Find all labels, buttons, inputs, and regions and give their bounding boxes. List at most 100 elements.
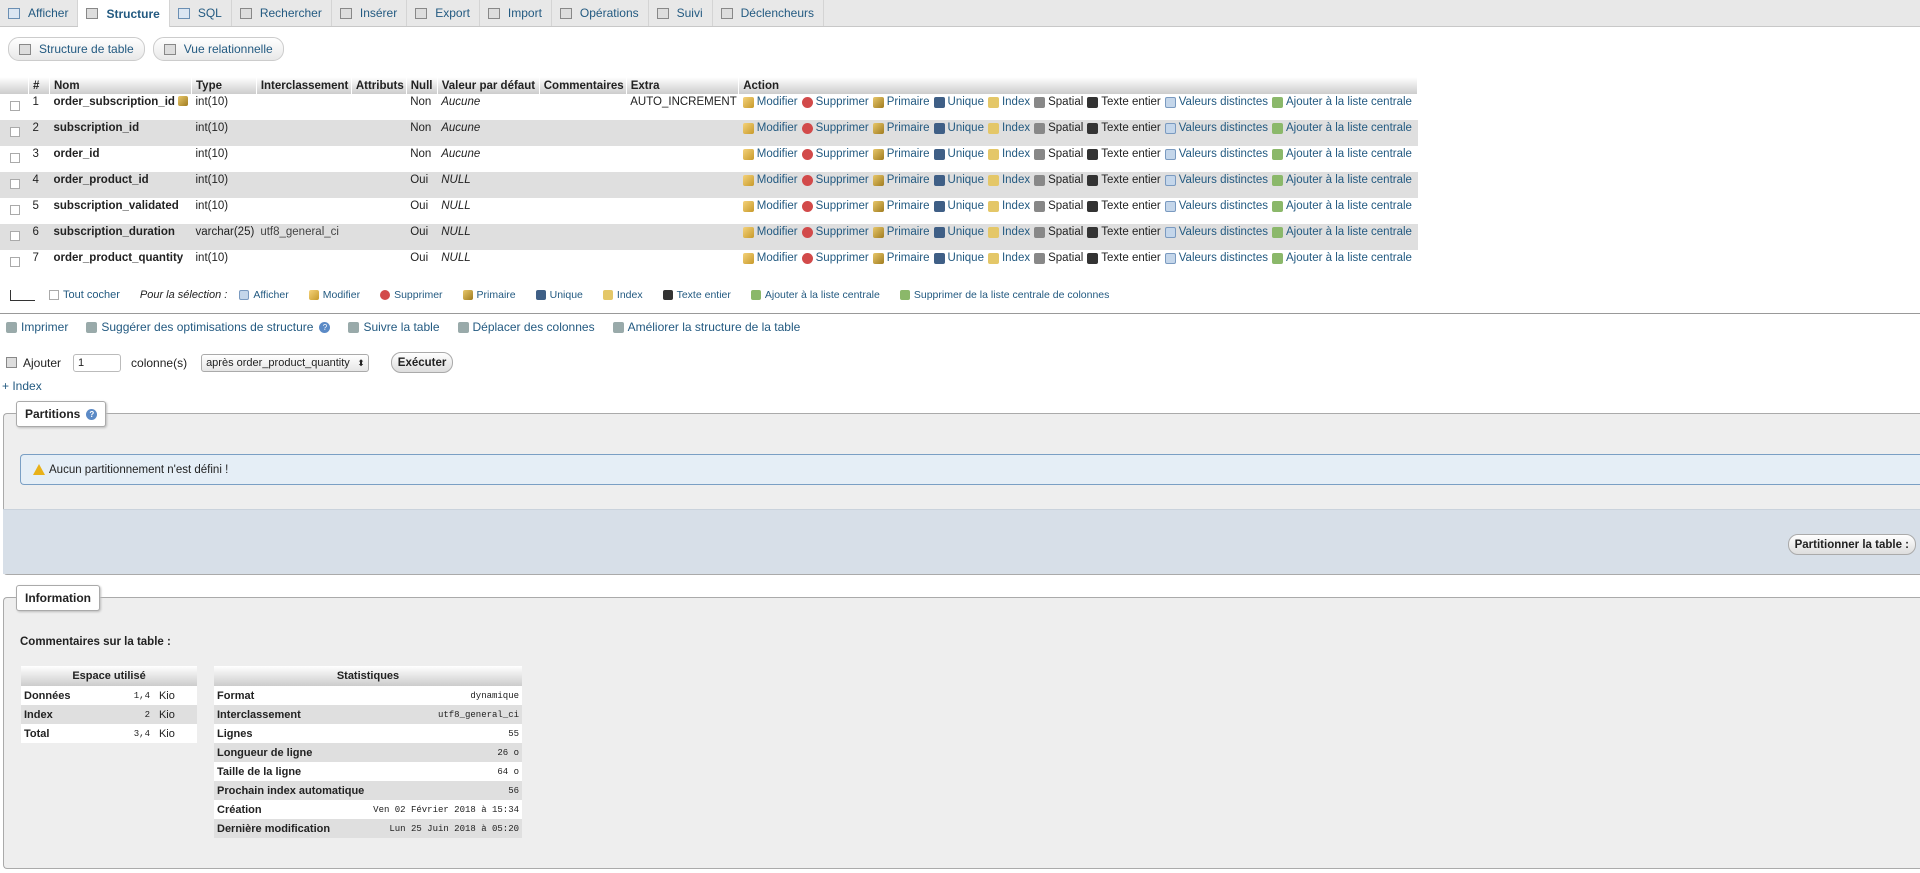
row-checkbox[interactable]	[10, 257, 20, 267]
add-central-action[interactable]: Ajouter à la liste centrale	[1272, 148, 1412, 160]
row-checkbox[interactable]	[10, 101, 20, 111]
row-checkbox[interactable]	[10, 231, 20, 241]
unique-action[interactable]: Unique	[933, 96, 984, 108]
fulltext-action[interactable]: Texte entier	[1087, 200, 1161, 212]
column-position-select[interactable]: après order_product_quantity	[201, 353, 369, 372]
selection-unique-button[interactable]: Unique	[535, 289, 583, 301]
edit-action[interactable]: Modifier	[742, 122, 798, 134]
selection-add-central-button[interactable]: Ajouter à la liste centrale	[750, 289, 880, 301]
spatial-action[interactable]: Spatial	[1034, 96, 1083, 108]
edit-action[interactable]: Modifier	[742, 148, 798, 160]
add-central-action[interactable]: Ajouter à la liste centrale	[1272, 252, 1412, 264]
primary-key-action[interactable]: Primaire	[872, 148, 930, 160]
edit-action[interactable]: Modifier	[742, 226, 798, 238]
edit-action[interactable]: Modifier	[742, 174, 798, 186]
tab-search[interactable]: Rechercher	[232, 0, 332, 26]
unique-action[interactable]: Unique	[933, 148, 984, 160]
spatial-action[interactable]: Spatial	[1034, 200, 1083, 212]
index-action[interactable]: Index	[987, 174, 1030, 186]
index-action[interactable]: Index	[987, 200, 1030, 212]
primary-key-action[interactable]: Primaire	[872, 252, 930, 264]
spatial-action[interactable]: Spatial	[1034, 174, 1083, 186]
delete-action[interactable]: Supprimer	[801, 200, 869, 212]
tab-browse[interactable]: Afficher	[0, 0, 79, 26]
delete-action[interactable]: Supprimer	[801, 96, 869, 108]
index-action[interactable]: Index	[987, 96, 1030, 108]
execute-button[interactable]: Exécuter	[390, 352, 454, 373]
spatial-action[interactable]: Spatial	[1034, 122, 1083, 134]
tab-structure[interactable]: Structure	[78, 0, 170, 27]
row-checkbox[interactable]	[10, 127, 20, 137]
unique-action[interactable]: Unique	[933, 200, 984, 212]
tab-insert[interactable]: Insérer	[332, 0, 408, 26]
structure-view-button[interactable]: Structure de table	[8, 37, 145, 61]
help-icon[interactable]: ?	[319, 321, 331, 333]
selection-index-button[interactable]: Index	[602, 289, 643, 301]
check-all-label[interactable]: Tout cocher	[63, 289, 120, 301]
primary-key-action[interactable]: Primaire	[872, 174, 930, 186]
edit-action[interactable]: Modifier	[742, 96, 798, 108]
index-action[interactable]: Index	[987, 148, 1030, 160]
distinct-values-action[interactable]: Valeurs distinctes	[1164, 174, 1268, 186]
primary-key-action[interactable]: Primaire	[872, 226, 930, 238]
index-action[interactable]: Index	[987, 226, 1030, 238]
help-icon[interactable]: ?	[86, 408, 98, 420]
unique-action[interactable]: Unique	[933, 226, 984, 238]
row-checkbox[interactable]	[10, 153, 20, 163]
suggest-optimizations-link[interactable]: Suggérer des optimisations de structure?	[86, 320, 331, 334]
fulltext-action[interactable]: Texte entier	[1087, 174, 1161, 186]
relational-view-button[interactable]: Vue relationnelle	[152, 37, 284, 61]
fulltext-action[interactable]: Texte entier	[1087, 148, 1161, 160]
selection-delete-button[interactable]: Supprimer	[380, 289, 443, 301]
add-central-action[interactable]: Ajouter à la liste centrale	[1272, 122, 1412, 134]
selection-browse-button[interactable]: Afficher	[239, 289, 289, 301]
primary-key-action[interactable]: Primaire	[872, 96, 930, 108]
spatial-action[interactable]: Spatial	[1034, 148, 1083, 160]
improve-structure-link[interactable]: Améliorer la structure de la table	[612, 320, 800, 334]
spatial-action[interactable]: Spatial	[1034, 252, 1083, 264]
primary-key-action[interactable]: Primaire	[872, 122, 930, 134]
check-all-checkbox[interactable]	[49, 290, 59, 300]
selection-remove-central-button[interactable]: Supprimer de la liste centrale de colonn…	[899, 289, 1109, 301]
move-columns-link[interactable]: Déplacer des colonnes	[457, 320, 595, 334]
tab-import[interactable]: Import	[480, 0, 552, 26]
selection-fulltext-button[interactable]: Texte entier	[662, 289, 731, 301]
partition-table-button[interactable]: Partitionner la table :	[1787, 534, 1916, 555]
index-action[interactable]: Index	[987, 122, 1030, 134]
index-action[interactable]: Index	[987, 252, 1030, 264]
distinct-values-action[interactable]: Valeurs distinctes	[1164, 96, 1268, 108]
distinct-values-action[interactable]: Valeurs distinctes	[1164, 148, 1268, 160]
distinct-values-action[interactable]: Valeurs distinctes	[1164, 252, 1268, 264]
delete-action[interactable]: Supprimer	[801, 148, 869, 160]
row-checkbox[interactable]	[10, 205, 20, 215]
tab-export[interactable]: Export	[407, 0, 480, 26]
distinct-values-action[interactable]: Valeurs distinctes	[1164, 200, 1268, 212]
fulltext-action[interactable]: Texte entier	[1087, 226, 1161, 238]
primary-key-action[interactable]: Primaire	[872, 200, 930, 212]
unique-action[interactable]: Unique	[933, 122, 984, 134]
delete-action[interactable]: Supprimer	[801, 122, 869, 134]
column-count-input[interactable]: 1	[73, 353, 122, 372]
selection-edit-button[interactable]: Modifier	[308, 289, 360, 301]
add-central-action[interactable]: Ajouter à la liste centrale	[1272, 96, 1412, 108]
track-table-link[interactable]: Suivre la table	[348, 320, 440, 334]
add-central-action[interactable]: Ajouter à la liste centrale	[1272, 226, 1412, 238]
tab-sql[interactable]: SQL	[170, 0, 232, 26]
delete-action[interactable]: Supprimer	[801, 226, 869, 238]
unique-action[interactable]: Unique	[933, 174, 984, 186]
spatial-action[interactable]: Spatial	[1034, 226, 1083, 238]
tab-triggers[interactable]: Déclencheurs	[713, 0, 825, 26]
add-central-action[interactable]: Ajouter à la liste centrale	[1272, 174, 1412, 186]
delete-action[interactable]: Supprimer	[801, 252, 869, 264]
row-checkbox[interactable]	[10, 179, 20, 189]
print-link[interactable]: Imprimer	[6, 320, 68, 334]
fulltext-action[interactable]: Texte entier	[1087, 252, 1161, 264]
selection-primary-button[interactable]: Primaire	[462, 289, 516, 301]
fulltext-action[interactable]: Texte entier	[1087, 96, 1161, 108]
add-index-link[interactable]: + Index	[2, 379, 42, 393]
add-central-action[interactable]: Ajouter à la liste centrale	[1272, 200, 1412, 212]
unique-action[interactable]: Unique	[933, 252, 984, 264]
distinct-values-action[interactable]: Valeurs distinctes	[1164, 122, 1268, 134]
tab-operations[interactable]: Opérations	[552, 0, 649, 26]
edit-action[interactable]: Modifier	[742, 200, 798, 212]
